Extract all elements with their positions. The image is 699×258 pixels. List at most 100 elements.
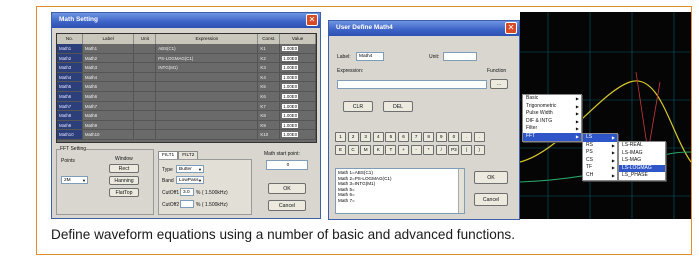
label-cell[interactable]: Math3 [83, 63, 135, 72]
type-select[interactable]: Butter ▼ [176, 165, 204, 173]
value-cell[interactable]: 1.00E0 [280, 91, 316, 101]
keypad-key[interactable]: ( [461, 145, 472, 155]
keypad-key[interactable]: 9 [435, 132, 447, 142]
expression-cell[interactable] [156, 120, 259, 130]
menu-item[interactable]: LS_PHASE [619, 172, 665, 180]
const-cell[interactable]: K4 [258, 72, 281, 82]
expression-cell[interactable] [156, 91, 259, 101]
value-cell[interactable]: 1.00E0 [280, 120, 316, 130]
points-select[interactable]: 2M ▼ [61, 176, 88, 184]
const-cell[interactable]: K7 [258, 101, 281, 111]
window-rect-button[interactable]: Rect [109, 164, 139, 173]
menu-item[interactable]: CH ▶ [583, 172, 617, 180]
label-cell[interactable]: Math10 [83, 130, 135, 139]
expression-cell[interactable]: PS-LOGMAG(C1) [156, 53, 259, 63]
table-row[interactable]: Math1 Math1 ABS(C1) K1 1.00E0 [57, 44, 316, 54]
table-row[interactable]: Math4 Math4 K4 1.00E0 [57, 72, 316, 83]
clr-button[interactable]: CLR [343, 101, 373, 112]
cutoff1-input[interactable]: 3.0 [180, 188, 194, 196]
menu-item[interactable]: LS-MAG [619, 157, 665, 165]
window-hanning-button[interactable]: Hanning [109, 176, 139, 185]
menu-item[interactable]: Filter ▶ [523, 125, 581, 133]
const-cell[interactable]: K6 [258, 91, 281, 101]
value-cell[interactable]: 1.00E0 [280, 82, 316, 91]
menu-item[interactable]: DIF & INTG ▶ [523, 118, 581, 126]
label-cell[interactable]: Math6 [83, 91, 135, 101]
unit-cell[interactable] [134, 130, 157, 139]
list-scrollbar[interactable] [458, 169, 464, 213]
keypad-key[interactable]: T [385, 145, 397, 155]
menu-item[interactable]: FFT ▶ [523, 132, 581, 141]
expression-cell[interactable] [156, 101, 259, 111]
table-row[interactable]: Math5 Math5 K5 1.00E0 [57, 82, 316, 92]
const-cell[interactable]: K8 [258, 111, 281, 120]
keypad-key[interactable]: ) [473, 145, 485, 155]
value-cell[interactable]: 1.00E0 [280, 101, 316, 111]
ok-button[interactable]: OK [268, 183, 306, 194]
label-cell[interactable]: Math4 [83, 72, 135, 82]
expression-cell[interactable]: INTG(M1) [156, 63, 259, 72]
menu-item[interactable]: LS-REAL [619, 142, 665, 150]
keypad-key[interactable]: * [423, 145, 435, 155]
unit-cell[interactable] [134, 120, 157, 130]
keypad-key[interactable]: 5 [385, 132, 397, 142]
keypad-key[interactable]: 7 [410, 132, 422, 142]
keypad-key[interactable]: M [360, 145, 372, 155]
unit-cell[interactable] [134, 101, 157, 111]
unit-cell[interactable] [134, 53, 157, 63]
table-row[interactable]: Math9 Math9 K9 1.00E0 [57, 120, 316, 131]
expression-cell[interactable] [156, 72, 259, 82]
value-cell[interactable]: 1.00E0 [280, 130, 316, 139]
del-button[interactable]: DEL [383, 101, 413, 112]
unit-cell[interactable] [134, 111, 157, 120]
keypad-key[interactable]: . [461, 132, 472, 142]
const-cell[interactable]: K5 [258, 82, 281, 91]
value-cell[interactable]: 1.00E0 [280, 53, 316, 63]
tab-filt1[interactable]: FILT1 [158, 151, 179, 159]
keypad-key[interactable]: - [410, 145, 422, 155]
keypad-key[interactable]: E [335, 145, 346, 155]
close-icon[interactable]: ✕ [505, 22, 517, 34]
unit-input[interactable] [443, 52, 477, 61]
band-select[interactable]: LowPass ▼ [176, 176, 204, 184]
keypad-key[interactable]: P3 [448, 145, 460, 155]
const-cell[interactable]: K2 [258, 53, 281, 63]
label-cell[interactable]: Math2 [83, 53, 135, 63]
unit-cell[interactable] [134, 72, 157, 82]
unit-cell[interactable] [134, 91, 157, 101]
const-cell[interactable]: K3 [258, 63, 281, 72]
keypad-key[interactable]: . [473, 132, 485, 142]
unit-cell[interactable] [134, 63, 157, 72]
const-cell[interactable]: K9 [258, 120, 281, 130]
list-item[interactable]: Math 7= [338, 198, 462, 204]
const-cell[interactable]: K10 [258, 130, 281, 139]
menu-item[interactable]: Pulse Width ▶ [523, 110, 581, 118]
keypad-key[interactable]: 0 [448, 132, 460, 142]
table-row[interactable]: Math7 Math7 K7 1.00E0 [57, 101, 316, 112]
unit-cell[interactable] [134, 44, 157, 53]
expression-cell[interactable] [156, 130, 259, 139]
expression-cell[interactable]: ABS(C1) [156, 44, 259, 53]
keypad-key[interactable]: 3 [360, 132, 372, 142]
label-cell[interactable]: Math9 [83, 120, 135, 130]
menu-item[interactable]: TF ▶ [583, 164, 617, 172]
keypad-key[interactable]: 1 [335, 132, 346, 142]
expression-input[interactable] [337, 80, 487, 89]
table-row[interactable]: Math6 Math6 K6 1.00E0 [57, 91, 316, 102]
label-cell[interactable]: Math1 [83, 44, 135, 53]
cutoff2-input[interactable] [180, 200, 194, 208]
menu-item[interactable]: LS-IMAG [619, 150, 665, 158]
const-cell[interactable]: K1 [258, 44, 281, 53]
table-row[interactable]: Math3 Math3 INTG(M1) K3 1.00E0 [57, 63, 316, 73]
keypad-key[interactable]: 4 [372, 132, 384, 142]
ok-button[interactable]: OK [474, 171, 508, 184]
cancel-button[interactable]: Cancel [268, 200, 306, 211]
close-icon[interactable]: ✕ [306, 14, 318, 26]
table-row[interactable]: Math10 Math10 K10 1.00E0 [57, 130, 316, 140]
label-cell[interactable]: Math5 [83, 82, 135, 91]
menu-item[interactable]: RS ▶ [583, 142, 617, 150]
keypad-key[interactable]: 8 [423, 132, 435, 142]
table-row[interactable]: Math8 Math8 K8 1.00E0 [57, 111, 316, 121]
menu-item[interactable]: Trigonometric ▶ [523, 103, 581, 111]
defined-math-list[interactable]: Math 1=ABS(C1) Math 2=PS-LOGMAG(C1) Math 3… [335, 168, 465, 214]
